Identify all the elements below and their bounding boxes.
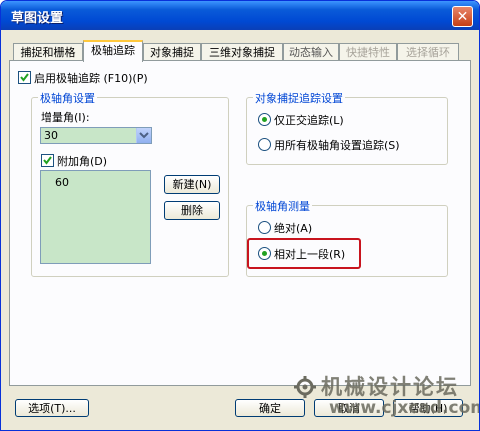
all-polar-tracking-label[interactable]: 用所有极轴角设置追踪(S) bbox=[274, 137, 400, 153]
delete-angle-button[interactable]: 删除 bbox=[164, 201, 220, 220]
chevron-down-icon[interactable] bbox=[136, 128, 151, 143]
tab-object-snap[interactable]: 对象捕捉 bbox=[143, 43, 201, 60]
enable-polar-checkbox[interactable] bbox=[18, 71, 31, 84]
additional-angle-list[interactable]: 60 bbox=[40, 170, 151, 264]
watermark-url: www.cjxcad.com bbox=[329, 398, 480, 418]
annotation-highlight-box bbox=[247, 238, 361, 269]
new-angle-button[interactable]: 新建(N) bbox=[164, 175, 220, 194]
absolute-radio[interactable] bbox=[258, 221, 271, 234]
tab-selection-cycling: 选择循环 bbox=[397, 43, 459, 60]
options-button[interactable]: 选项(T)... bbox=[15, 399, 89, 417]
tab-quick-properties: 快捷特性 bbox=[339, 43, 397, 60]
watermark-text: 机械设计论坛 bbox=[321, 375, 459, 399]
gear-logo-icon bbox=[294, 376, 316, 398]
additional-angle-checkbox[interactable] bbox=[41, 154, 54, 167]
increment-angle-value: 30 bbox=[44, 129, 58, 142]
osnap-tracking-title: 对象捕捉追踪设置 bbox=[253, 90, 345, 106]
tab-3d-object-snap[interactable]: 三维对象捕捉 bbox=[201, 43, 283, 60]
close-button[interactable]: ✕ bbox=[452, 6, 473, 27]
increment-angle-label: 增量角(I): bbox=[41, 111, 90, 124]
orthogonal-tracking-label[interactable]: 仅正交追踪(L) bbox=[274, 112, 344, 128]
polar-measurement-title: 极轴角测量 bbox=[253, 198, 312, 214]
title-bar[interactable]: 草图设置 ✕ bbox=[1, 1, 479, 30]
absolute-label[interactable]: 绝对(A) bbox=[274, 220, 312, 236]
additional-angle-label[interactable]: 附加角(D) bbox=[57, 153, 107, 169]
tab-dynamic-input[interactable]: 动态输入 bbox=[283, 43, 339, 60]
increment-angle-select[interactable]: 30 bbox=[40, 127, 152, 144]
all-polar-tracking-radio[interactable] bbox=[258, 138, 271, 151]
angle-settings-title: 极轴角设置 bbox=[38, 90, 97, 106]
orthogonal-tracking-radio[interactable] bbox=[258, 113, 271, 126]
osnap-tracking-group bbox=[246, 97, 448, 165]
close-icon: ✕ bbox=[456, 9, 469, 25]
dialog-window: 草图设置 ✕ 捕捉和栅格 极轴追踪 对象捕捉 三维对象捕捉 动态输入 快捷特性 … bbox=[0, 0, 480, 431]
window-title: 草图设置 bbox=[11, 11, 64, 26]
enable-polar-label[interactable]: 启用极轴追踪 (F10)(P) bbox=[34, 70, 148, 86]
tab-snap-grid[interactable]: 捕捉和栅格 bbox=[13, 43, 83, 60]
check-icon bbox=[20, 73, 29, 82]
site-watermark: 机械设计论坛 www.cjxcad.com bbox=[291, 371, 480, 423]
list-item[interactable]: 60 bbox=[55, 176, 69, 189]
radio-selected-dot bbox=[262, 117, 267, 122]
check-icon bbox=[43, 156, 52, 165]
tab-polar-tracking[interactable]: 极轴追踪 bbox=[83, 40, 143, 62]
